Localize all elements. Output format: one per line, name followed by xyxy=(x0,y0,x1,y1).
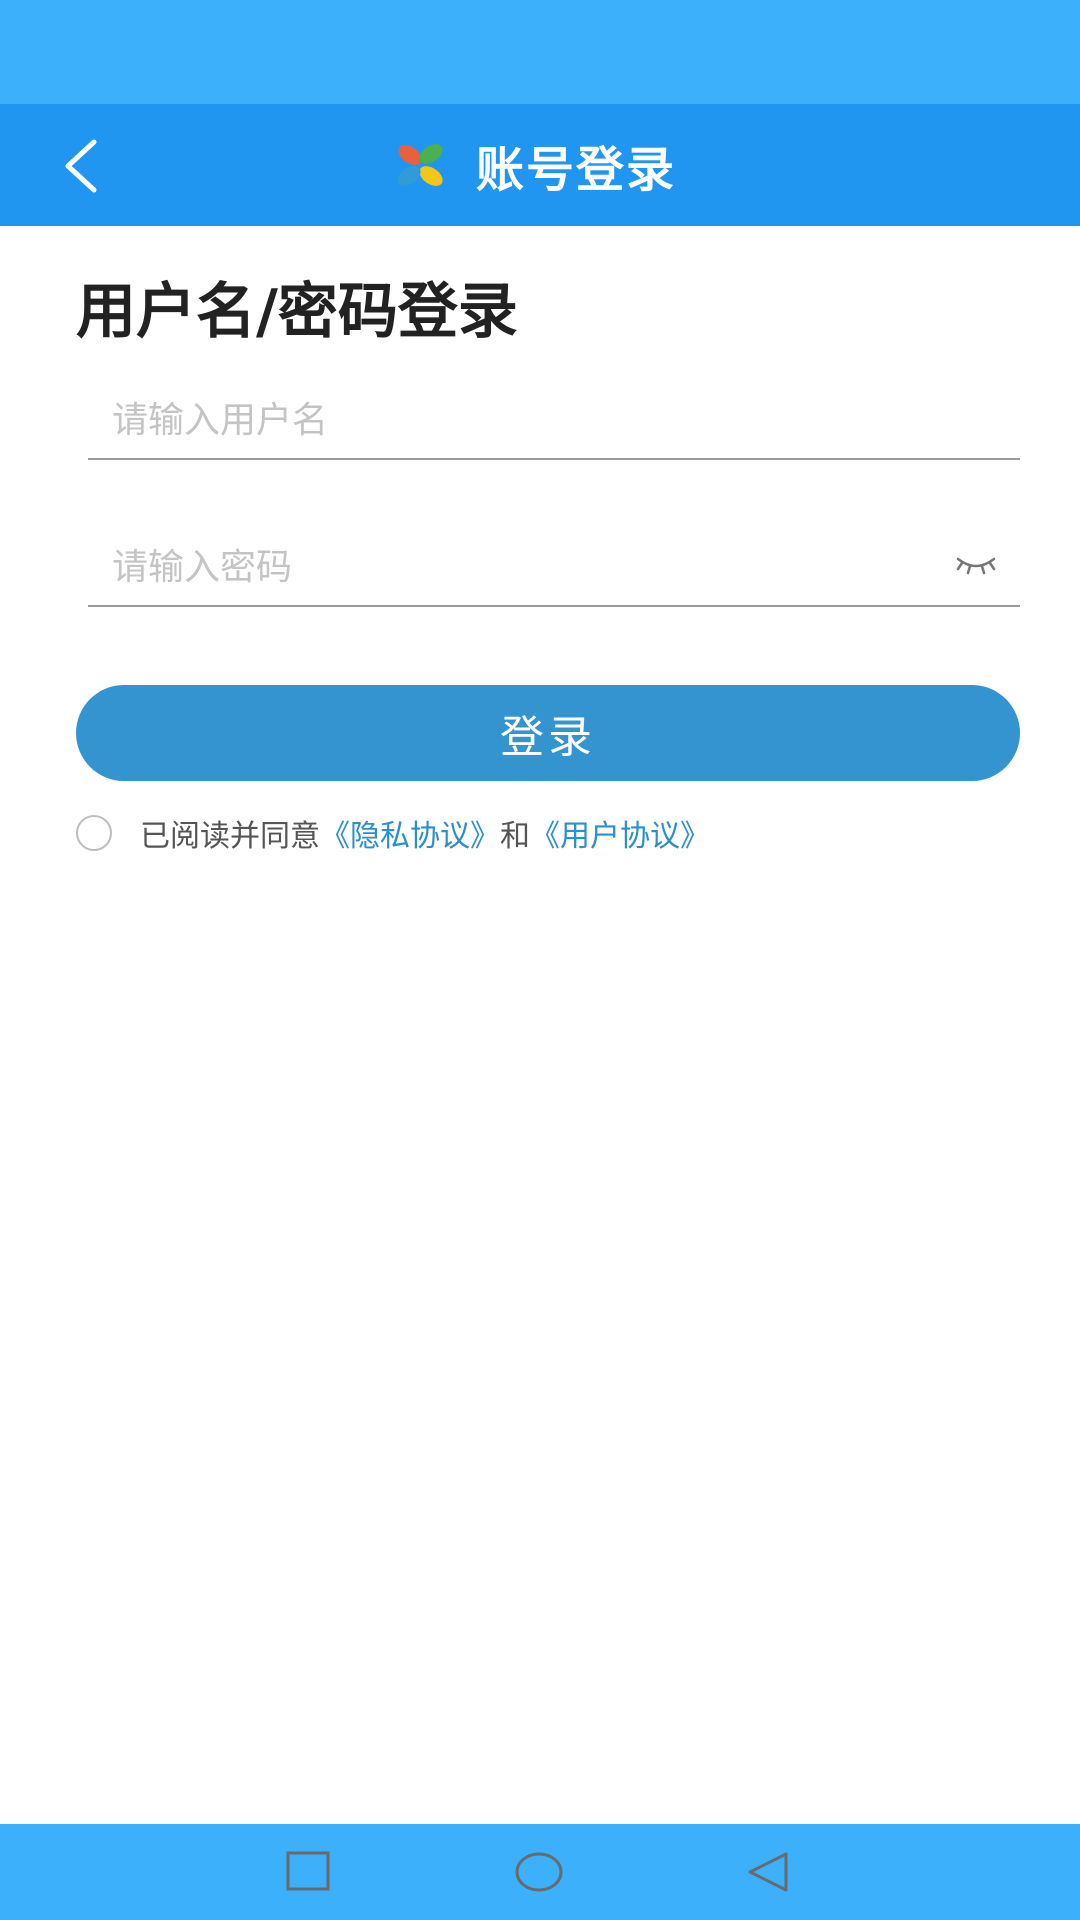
eye-closed-icon[interactable] xyxy=(954,551,998,579)
username-field xyxy=(88,378,1020,460)
app-bar: 账号登录 xyxy=(0,104,1080,226)
app-title-group: 账号登录 xyxy=(390,104,676,226)
square-icon[interactable] xyxy=(280,1844,336,1900)
agreement-prefix: 已阅读并同意 xyxy=(140,819,320,854)
user-agreement-link[interactable]: 《用户协议》 xyxy=(530,811,710,855)
agreement-radio[interactable] xyxy=(76,815,112,851)
agreement-row: 已阅读并同意 《隐私协议》 和 《用户协议》 xyxy=(76,812,710,854)
status-bar xyxy=(0,0,1080,104)
circle-icon[interactable] xyxy=(511,1844,567,1900)
triangle-back-icon[interactable] xyxy=(742,1844,798,1900)
system-nav-bar xyxy=(0,1824,1080,1920)
app-title: 账号登录 xyxy=(476,142,677,198)
pinwheel-logo-icon xyxy=(397,144,443,186)
chevron-left-icon xyxy=(65,139,97,193)
login-button[interactable]: 登录 xyxy=(76,685,1020,781)
privacy-policy-link[interactable]: 《隐私协议》 xyxy=(320,811,500,855)
back-button[interactable] xyxy=(40,126,120,206)
agreement-joiner: 和 xyxy=(500,819,530,854)
password-input[interactable] xyxy=(112,537,932,597)
page-heading: 用户名/密码登录 xyxy=(76,277,518,347)
username-input[interactable] xyxy=(112,390,932,450)
password-field xyxy=(88,525,1020,607)
